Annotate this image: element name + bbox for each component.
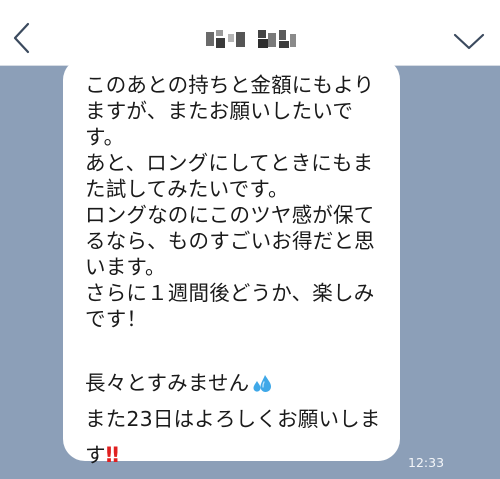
sweat-droplets-icon xyxy=(251,373,273,395)
chevron-left-icon xyxy=(13,22,30,54)
message-time: 12:33 xyxy=(408,455,445,470)
chat-header xyxy=(0,0,500,66)
message-line: また23日はよろしくお願いしま xyxy=(85,407,381,431)
message-line: います。 xyxy=(85,255,166,279)
message-bubble[interactable]: このあとの持ちと金額にもより ますが、またお願いしたいで す。 あと、ロングにし… xyxy=(63,58,400,467)
message-line-last: す‼ xyxy=(85,442,400,468)
double-exclamation-icon: ‼ xyxy=(105,443,119,467)
message-line: あと、ロングにしてときにもま xyxy=(85,151,374,175)
message-line: ますが、またお願いしたいで xyxy=(85,99,354,123)
message-line: さらに１週間後どうか、楽しみ xyxy=(85,281,375,305)
back-button[interactable] xyxy=(8,20,34,56)
message-line: た試してみたいです。 xyxy=(85,177,289,201)
chat-area[interactable]: このあとの持ちと金額にもより ますが、またお願いしたいで す。 あと、ロングにし… xyxy=(0,58,500,479)
message-line: このあとの持ちと金額にもより xyxy=(85,73,375,97)
message-line-apology: 長々とすみません xyxy=(85,370,400,396)
apology-text: 長々とすみません xyxy=(85,371,250,395)
message-line: す。 xyxy=(85,125,125,149)
closing-text: す xyxy=(85,443,106,467)
contact-name-redacted xyxy=(206,30,296,48)
message-line: です！ xyxy=(85,307,148,331)
message-line: るなら、ものすごいお得だと思 xyxy=(85,229,375,253)
message-line: ロングなのにこのツヤ感が保て xyxy=(85,203,375,227)
chevron-down-icon xyxy=(453,33,485,50)
menu-toggle-button[interactable] xyxy=(452,30,486,52)
